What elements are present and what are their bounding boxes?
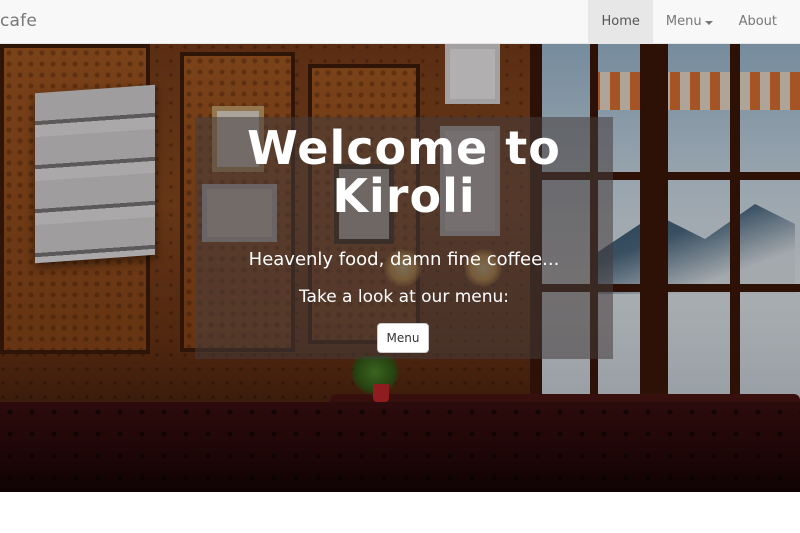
nav-item-label: Menu [665, 14, 702, 29]
brand-logo[interactable]: cafe [0, 11, 37, 31]
hero-tagline: Heavenly food, damn fine coffee... [248, 249, 560, 270]
hero-section: Welcome to Kiroli Heavenly food, damn fi… [0, 44, 800, 492]
nav-item-about[interactable]: About [726, 0, 790, 44]
menu-button[interactable]: Menu [377, 323, 429, 353]
nav-item-menu-dropdown[interactable]: Menu [653, 0, 726, 44]
nav-menu: Home Menu About [588, 0, 790, 44]
hero-title: Welcome to Kiroli [247, 121, 561, 223]
caret-down-icon [704, 20, 713, 25]
nav-item-label: Home [601, 14, 640, 29]
nav-item-label: About [738, 14, 777, 29]
navbar: cafe Home Menu About [0, 0, 800, 44]
hero-cta-text: Take a look at our menu: [298, 287, 510, 307]
nav-item-home[interactable]: Home [588, 0, 653, 44]
